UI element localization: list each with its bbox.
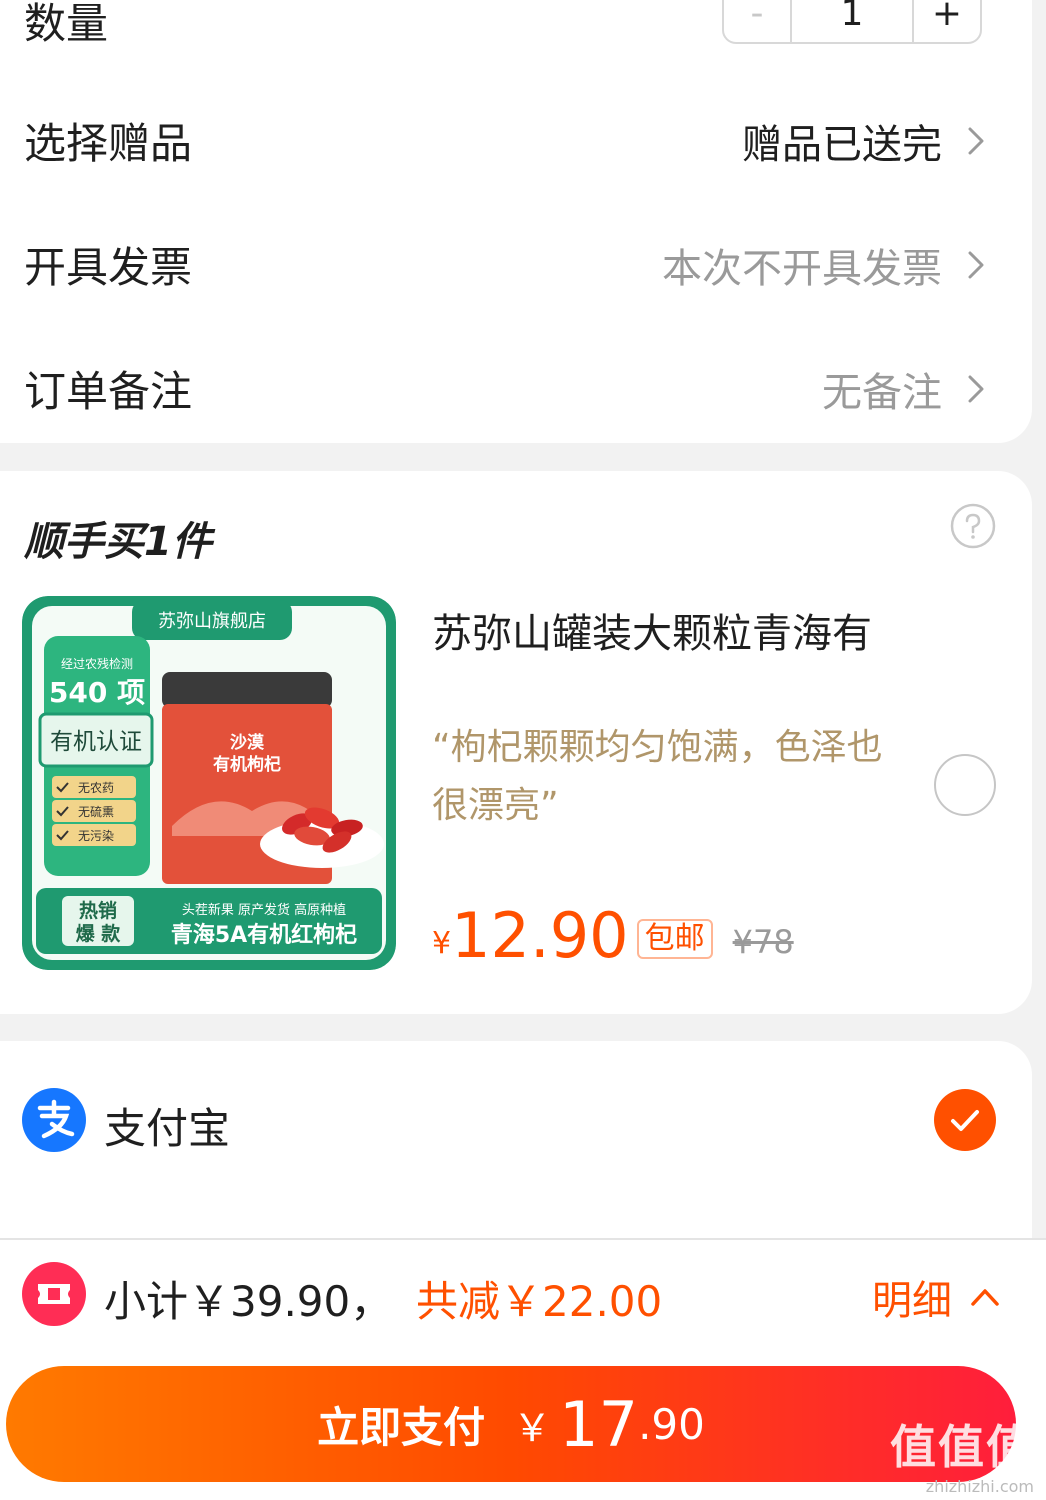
chevron-right-icon xyxy=(968,127,984,154)
remark-label: 订单备注 xyxy=(24,367,193,416)
increase-button[interactable]: + xyxy=(912,0,980,42)
quantity-value[interactable]: 1 xyxy=(792,0,912,42)
invoice-value: 本次不开具发票 xyxy=(662,245,942,292)
original-price: ¥78 xyxy=(732,923,794,961)
remark-value: 无备注 xyxy=(822,369,942,416)
price-line: ¥ 12.90 包邮 ¥78 xyxy=(432,901,794,971)
product-line-text: 青海5A有机红枸杞 xyxy=(171,922,357,948)
gift-row[interactable]: 选择赠品 赠品已送完 xyxy=(24,110,996,171)
pay-now-button[interactable]: 立即支付 ￥ 17 .90 xyxy=(6,1366,1016,1482)
pay-amount-dec: .90 xyxy=(638,1399,705,1449)
decrease-button[interactable]: - xyxy=(724,0,792,42)
detail-link[interactable]: 明细 xyxy=(872,1268,1002,1326)
checkout-bar: 小计￥39.90， 共减￥22.00 明细 立即支付 ￥ 17 .90 值值值 … xyxy=(0,1238,1046,1500)
can-title-1: 沙漠 xyxy=(230,732,265,753)
goji-product-illustration: 苏弥山旗舰店 经过农残检测 540 项 有机认证 无农药 无硫熏 无污染 沙漠 … xyxy=(22,596,396,970)
discount-text: 共减￥22.00 xyxy=(416,1277,663,1326)
alipay-icon xyxy=(22,1088,86,1152)
detail-label: 明细 xyxy=(872,1278,952,1324)
invoice-row[interactable]: 开具发票 本次不开具发票 xyxy=(24,234,996,295)
gift-label: 选择赠品 xyxy=(24,119,193,168)
chevron-right-icon xyxy=(968,375,984,402)
bullet-2: 无硫熏 xyxy=(78,804,114,819)
order-options-card: 数量 - 1 + 选择赠品 赠品已送完 开具发票 本次不开具发票 订单备注 无备… xyxy=(0,0,1032,443)
price-currency: ¥ xyxy=(432,926,452,961)
watermark: 值值值 zhizhizhi.com xyxy=(890,1411,1034,1496)
shop-name-text: 苏弥山旗舰店 xyxy=(158,611,266,632)
pay-amount-int: 17 xyxy=(559,1387,639,1461)
product-quote: “枸杞颗颗均匀饱满，色泽也很漂亮” xyxy=(432,727,883,826)
tags-text: 头茬新果 原产发货 高原种植 xyxy=(182,902,346,918)
invoice-label: 开具发票 xyxy=(24,243,193,292)
payment-method-card[interactable]: 支付宝 xyxy=(0,1041,1032,1261)
addon-select-radio[interactable] xyxy=(934,754,996,816)
bullet-1: 无农药 xyxy=(78,781,114,795)
watermark-url: zhizhizhi.com xyxy=(925,1477,1034,1496)
subtotal-text: 小计￥39.90， xyxy=(104,1277,393,1326)
can-title-2: 有机枸杞 xyxy=(213,754,281,775)
bullet-3: 无污染 xyxy=(78,828,114,843)
check-count-text: 540 项 xyxy=(49,676,145,709)
free-shipping-badge: 包邮 xyxy=(636,919,713,959)
product-price: 12.90 xyxy=(451,899,629,972)
chevron-right-icon xyxy=(968,251,984,278)
addon-card: 顺手买1件 苏弥山旗舰店 经过农残检测 540 项 有机认证 无农药 无硫熏 无… xyxy=(0,471,1032,1014)
product-name[interactable]: 苏弥山罐装大颗粒青海有 xyxy=(432,601,872,659)
selected-check-icon[interactable] xyxy=(934,1089,996,1151)
addon-title: 顺手买1件 xyxy=(24,519,212,565)
quantity-label: 数量 xyxy=(24,0,109,48)
hot-text-1: 热销 xyxy=(79,899,117,922)
check-text: 经过农残检测 xyxy=(61,656,133,671)
quantity-stepper[interactable]: - 1 + xyxy=(722,0,982,44)
hot-text-2: 爆 款 xyxy=(76,922,122,945)
payment-method-label: 支付宝 xyxy=(104,1104,231,1153)
chevron-up-icon xyxy=(971,1289,999,1306)
product-image[interactable]: 苏弥山旗舰店 经过农残检测 540 项 有机认证 无农药 无硫熏 无污染 沙漠 … xyxy=(22,596,396,970)
gift-value: 赠品已送完 xyxy=(742,121,942,168)
help-icon[interactable] xyxy=(950,503,996,549)
watermark-logo: 值值值 xyxy=(890,1420,1034,1474)
remark-row[interactable]: 订单备注 无备注 xyxy=(24,358,996,419)
pay-currency: ￥ xyxy=(513,1405,552,1450)
coupon-icon xyxy=(22,1262,86,1326)
organic-text: 有机认证 xyxy=(50,729,142,755)
pay-now-label: 立即支付 xyxy=(317,1402,486,1452)
